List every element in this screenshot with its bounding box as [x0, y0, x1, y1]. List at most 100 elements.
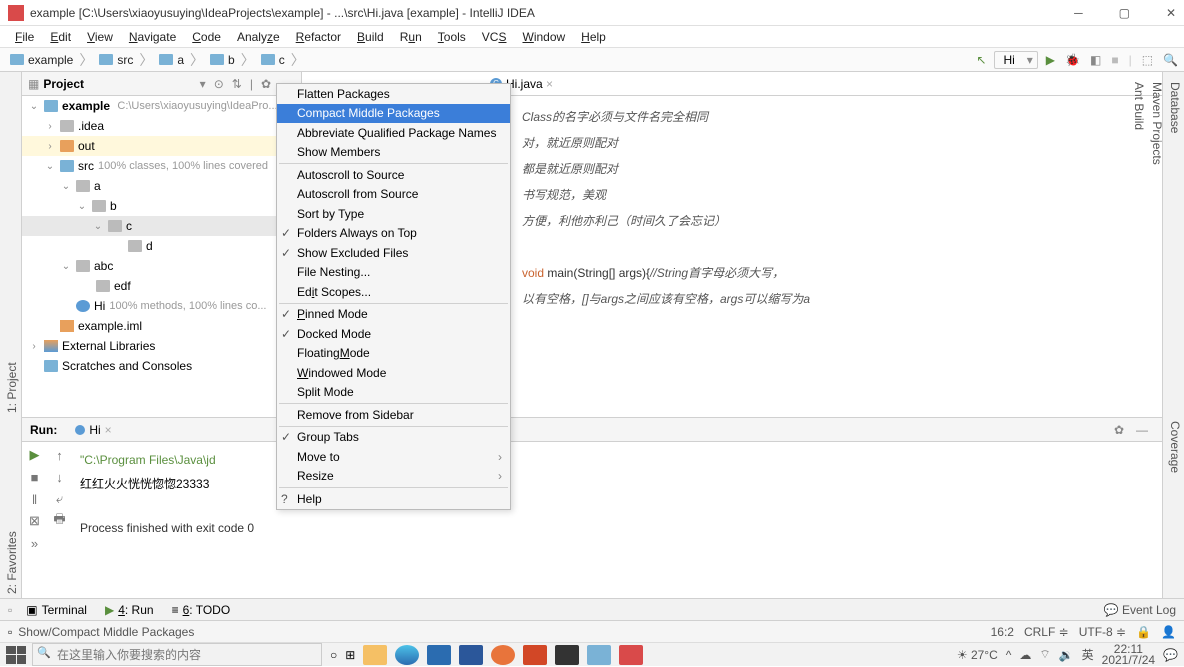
- tree-ext[interactable]: ›External Libraries: [22, 336, 301, 356]
- bc-b[interactable]: b: [206, 53, 239, 67]
- run-output[interactable]: "C:\Program Files\Java\jd 红红火火恍恍惚惚23333 …: [72, 420, 1162, 593]
- cm-folders[interactable]: ✓Folders Always on Top: [277, 224, 510, 244]
- app-intellij[interactable]: [619, 645, 643, 665]
- run-tab-hi[interactable]: Hi ×: [69, 421, 117, 439]
- cm-resize[interactable]: Resize›: [277, 467, 510, 487]
- tree-hi[interactable]: Hi 100% methods, 100% lines co...: [22, 296, 301, 316]
- tree-abc[interactable]: ⌄abc: [22, 256, 301, 276]
- menu-vcs[interactable]: VCS: [475, 28, 514, 46]
- run-hide-icon[interactable]: —: [1130, 423, 1154, 437]
- cm-pinned[interactable]: ✓Pinned Mode: [277, 305, 510, 325]
- app-ppt[interactable]: [523, 645, 547, 665]
- bc-example[interactable]: example: [6, 53, 77, 67]
- menu-refactor[interactable]: Refactor: [289, 28, 348, 46]
- wifi-icon[interactable]: ⌔: [1039, 647, 1050, 662]
- cm-autoto[interactable]: Autoscroll to Source: [277, 165, 510, 185]
- cm-excluded[interactable]: ✓Show Excluded Files: [277, 243, 510, 263]
- tray-up-icon[interactable]: ^: [1006, 648, 1012, 662]
- tree-c[interactable]: ⌄c: [22, 216, 301, 236]
- tab-structure[interactable]: 7: Structure: [0, 417, 3, 598]
- menu-help[interactable]: Help: [574, 28, 613, 46]
- tree-root[interactable]: ⌄example C:\Users\xiaoyusuying\IdeaPro..…: [22, 96, 301, 116]
- print-icon[interactable]: 🖶: [47, 510, 72, 532]
- tab-favorites[interactable]: 2: Favorites: [3, 417, 21, 598]
- cm-windowed[interactable]: Windowed Mode: [277, 363, 510, 383]
- menu-view[interactable]: View: [80, 28, 120, 46]
- collapse-icon[interactable]: ⇅: [228, 77, 246, 91]
- stop-icon[interactable]: ■: [1111, 53, 1118, 67]
- app-edge[interactable]: [395, 645, 419, 665]
- wrap-icon[interactable]: ⤶: [47, 488, 72, 510]
- tree-idea[interactable]: ›.idea: [22, 116, 301, 136]
- ime[interactable]: 英: [1082, 646, 1094, 663]
- line-ending[interactable]: CRLF ≑: [1024, 625, 1069, 639]
- menu-edit[interactable]: Edit: [43, 28, 78, 46]
- tree-scratch[interactable]: Scratches and Consoles: [22, 356, 301, 376]
- app-firefox[interactable]: [491, 645, 515, 665]
- cm-scopes[interactable]: Edit Scopes...: [277, 282, 510, 302]
- app-terminal[interactable]: [555, 645, 579, 665]
- cm-help[interactable]: ?Help: [277, 489, 510, 509]
- menu-code[interactable]: Code: [185, 28, 228, 46]
- tab-terminal[interactable]: ▣Terminal: [18, 601, 95, 619]
- app-word[interactable]: [459, 645, 483, 665]
- bottom-square-icon[interactable]: ▫: [8, 603, 12, 617]
- cm-move[interactable]: Move to›: [277, 447, 510, 467]
- close-icon[interactable]: ⊠: [22, 510, 47, 532]
- down-icon[interactable]: ↓: [47, 466, 72, 488]
- tree-iml[interactable]: example.iml: [22, 316, 301, 336]
- event-log[interactable]: 💬 Event Log: [1104, 603, 1176, 617]
- cm-group[interactable]: ✓Group Tabs: [277, 428, 510, 448]
- cm-split[interactable]: Split Mode: [277, 383, 510, 403]
- close-icon[interactable]: ✕: [1166, 6, 1176, 20]
- coverage-icon[interactable]: ◧: [1090, 53, 1101, 67]
- bc-c[interactable]: c: [257, 53, 289, 67]
- rerun-icon[interactable]: ▶: [22, 444, 47, 466]
- menu-tools[interactable]: Tools: [431, 28, 473, 46]
- bc-a[interactable]: a: [155, 53, 188, 67]
- cm-compact[interactable]: Compact Middle Packages: [277, 104, 510, 124]
- tree-edf[interactable]: edf: [22, 276, 301, 296]
- tab-todo[interactable]: ≡6: TODO: [164, 601, 239, 619]
- target-icon[interactable]: ⊙: [210, 77, 228, 91]
- gear-icon[interactable]: ✿: [257, 77, 275, 91]
- app-mail[interactable]: [427, 645, 451, 665]
- cm-flatten[interactable]: Flatten Packages: [277, 84, 510, 104]
- clock-date[interactable]: 2021/7/24: [1102, 655, 1155, 666]
- tree-a[interactable]: ⌄a: [22, 176, 301, 196]
- menu-analyze[interactable]: Analyze: [230, 28, 287, 46]
- onedrive-icon[interactable]: ☁: [1019, 648, 1031, 662]
- taskview-icon[interactable]: ⊞: [345, 648, 355, 662]
- more-icon[interactable]: »: [22, 532, 47, 554]
- volume-icon[interactable]: 🔉: [1059, 648, 1074, 662]
- tree-src[interactable]: ⌄src 100% classes, 100% lines covered: [22, 156, 301, 176]
- menu-navigate[interactable]: Navigate: [122, 28, 183, 46]
- cm-autofrom[interactable]: Autoscroll from Source: [277, 185, 510, 205]
- tree-out[interactable]: ›out: [22, 136, 301, 156]
- pause-icon[interactable]: ‖: [22, 488, 47, 510]
- menu-window[interactable]: Window: [515, 28, 572, 46]
- lock-icon[interactable]: 🔒: [1136, 625, 1151, 639]
- taskbar-search[interactable]: 在这里输入你要搜索的内容: [32, 643, 322, 666]
- tab-run[interactable]: ▶4: Run: [97, 601, 162, 619]
- bc-src[interactable]: src: [95, 53, 137, 67]
- tree-b[interactable]: ⌄b: [22, 196, 301, 216]
- tab-ant[interactable]: Ant Build: [1130, 78, 1148, 417]
- app-notepad[interactable]: [587, 645, 611, 665]
- tab-maven[interactable]: Maven Projects: [1148, 78, 1166, 417]
- nav-back-icon[interactable]: ↖: [976, 53, 986, 67]
- cm-docked[interactable]: ✓Docked Mode: [277, 324, 510, 344]
- encoding[interactable]: UTF-8 ≑: [1079, 625, 1126, 639]
- cortana-icon[interactable]: ○: [330, 648, 337, 662]
- run-config-select[interactable]: Hi▾: [994, 51, 1037, 69]
- inspect-icon[interactable]: 👤: [1161, 625, 1176, 639]
- tab-database[interactable]: Database: [1166, 78, 1184, 417]
- maximize-icon[interactable]: ▢: [1119, 6, 1130, 20]
- cm-floating[interactable]: Floating Mode: [277, 344, 510, 364]
- menu-build[interactable]: Build: [350, 28, 391, 46]
- cm-remove[interactable]: Remove from Sidebar: [277, 405, 510, 425]
- stop-icon[interactable]: ■: [22, 466, 47, 488]
- caret-pos[interactable]: 16:2: [991, 625, 1014, 639]
- weather[interactable]: ☀ 27°C: [957, 648, 998, 662]
- menu-file[interactable]: File: [8, 28, 41, 46]
